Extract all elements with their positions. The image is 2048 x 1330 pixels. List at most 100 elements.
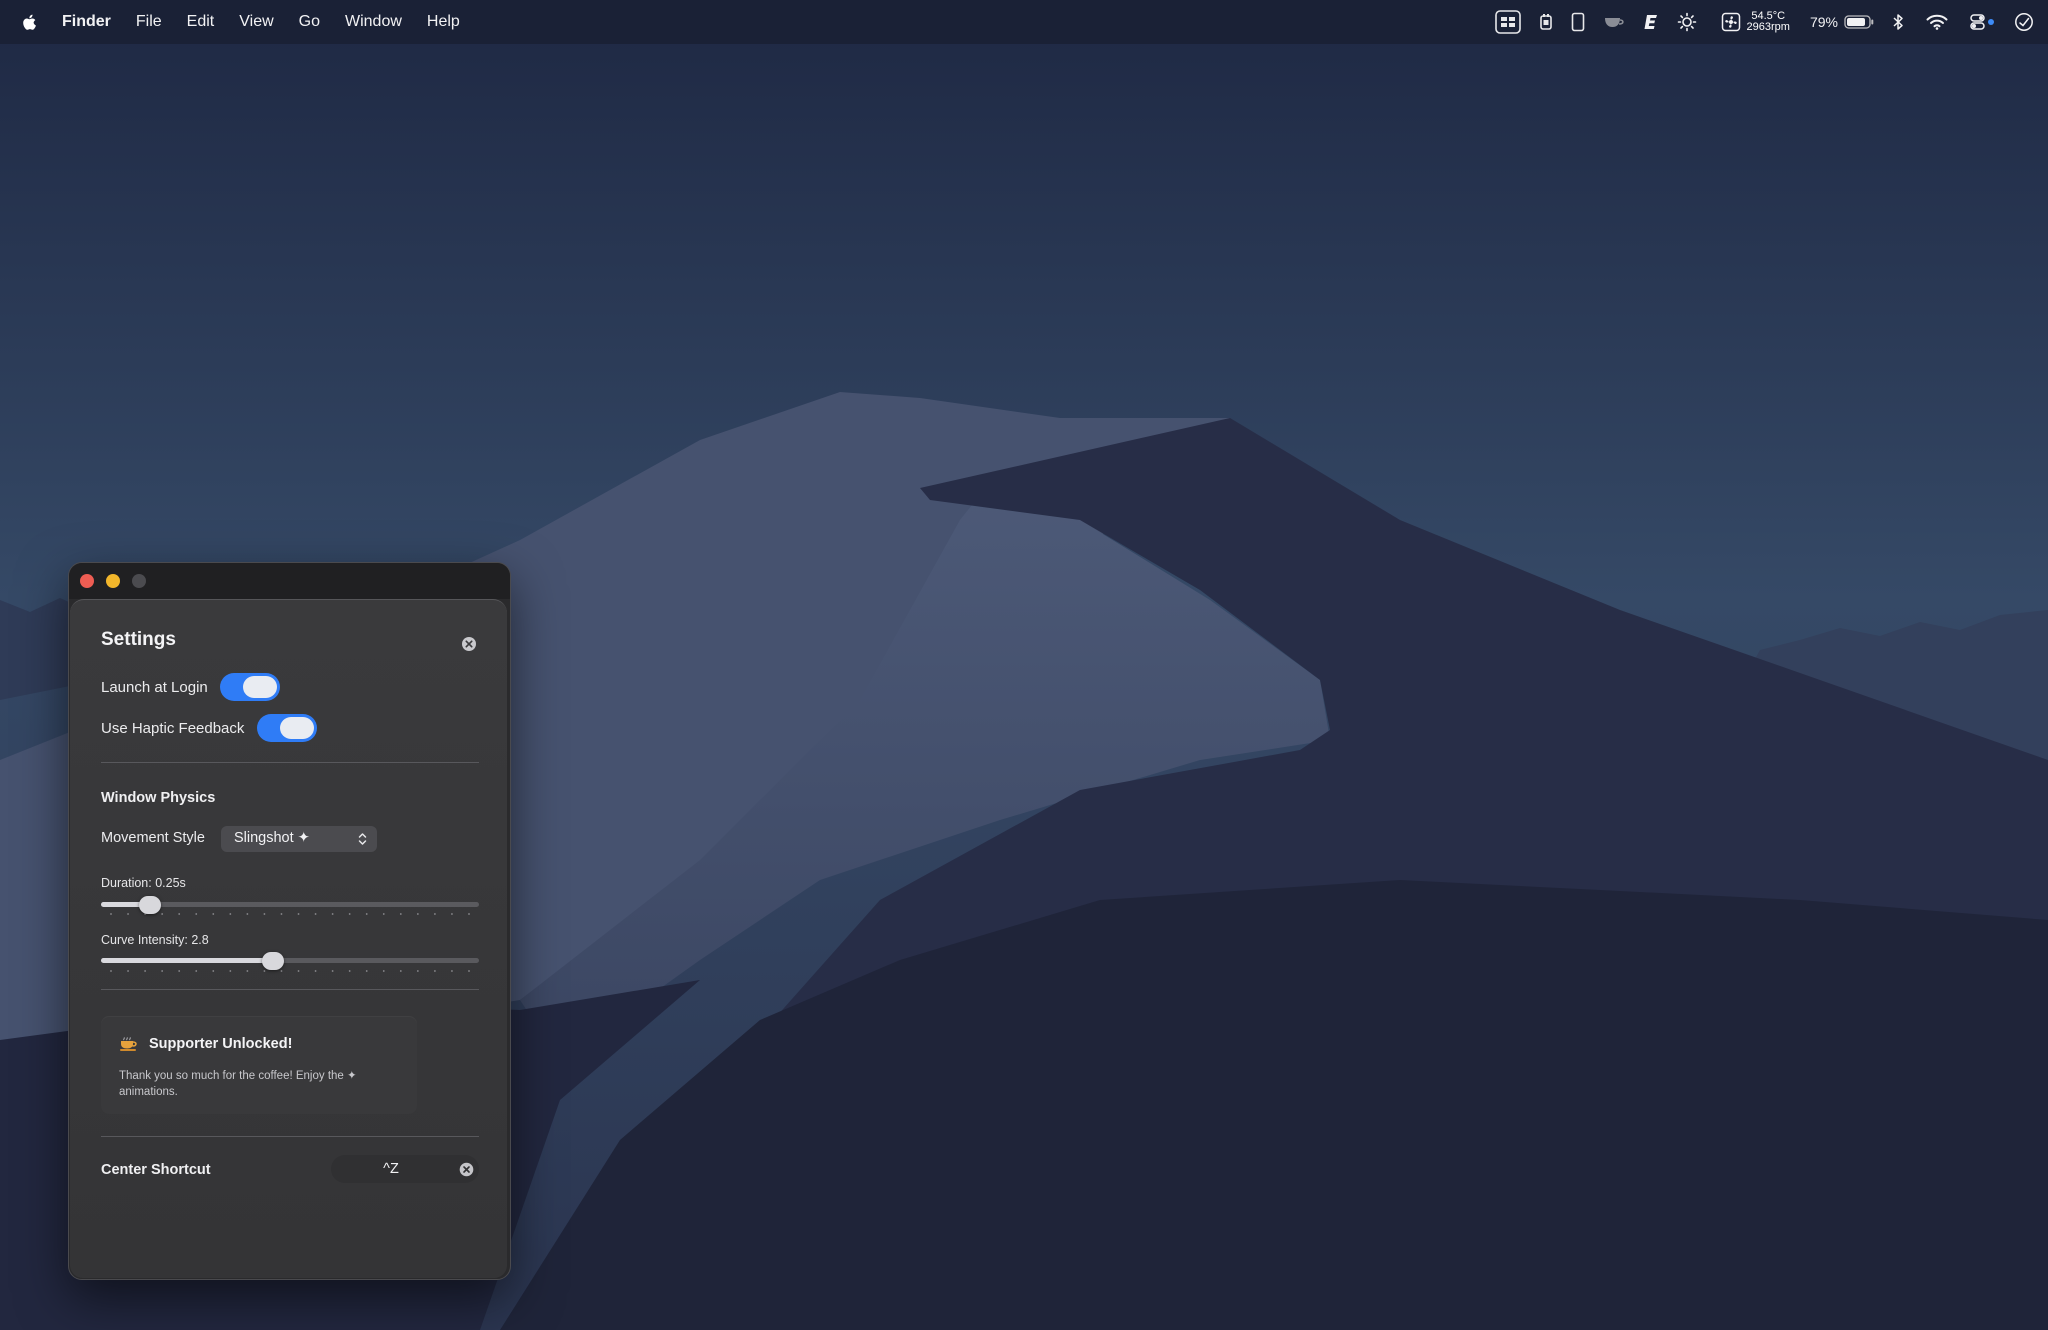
- slider-tick: [365, 970, 368, 972]
- movement-style-label: Movement Style: [101, 830, 205, 846]
- cpu-chip-icon[interactable]: [1539, 13, 1553, 31]
- slider-tick: [434, 970, 436, 972]
- divider: [101, 1136, 479, 1137]
- toggle-knob: [243, 676, 277, 698]
- menu-app-name[interactable]: Finder: [62, 13, 111, 31]
- wifi-icon[interactable]: [1926, 14, 1948, 30]
- slider-tick: [382, 913, 385, 915]
- battery-status[interactable]: 79%: [1810, 14, 1874, 30]
- fan-speed-value: 2963rpm: [1746, 21, 1790, 33]
- slider-tick: [110, 970, 112, 972]
- slider-tick: [434, 913, 436, 915]
- haptic-feedback-label: Use Haptic Feedback: [101, 720, 245, 737]
- slider-tick: [382, 970, 385, 972]
- slider-tick: [212, 970, 215, 972]
- duration-slider-knob[interactable]: [139, 896, 162, 914]
- menu-edit[interactable]: Edit: [187, 13, 215, 31]
- toggle-knob: [280, 717, 314, 739]
- window-layout-icon[interactable]: [1494, 10, 1521, 34]
- slider-tick: [468, 970, 470, 972]
- slider-tick: [263, 970, 266, 972]
- haptic-feedback-toggle[interactable]: [257, 714, 317, 742]
- curve-intensity-slider-ticks: [110, 970, 470, 972]
- fan-icon[interactable]: [1721, 12, 1741, 32]
- slider-tick: [348, 913, 351, 915]
- bluetooth-icon[interactable]: [1892, 13, 1904, 31]
- movement-style-select[interactable]: Slingshot ✦: [221, 826, 377, 852]
- slider-tick: [314, 913, 317, 915]
- supporter-card: Supporter Unlocked! Thank you so much fo…: [101, 1016, 417, 1114]
- slider-tick: [365, 913, 368, 915]
- curve-intensity-label: Curve Intensity: 2.8: [101, 933, 209, 947]
- duration-label: Duration: 0.25s: [101, 876, 186, 890]
- slider-tick: [297, 970, 300, 972]
- coffee-cup-icon: [120, 1037, 137, 1051]
- menu-help[interactable]: Help: [427, 13, 460, 31]
- panel-close-icon[interactable]: [461, 636, 477, 652]
- clear-shortcut-icon[interactable]: [459, 1162, 474, 1177]
- slider-tick: [280, 970, 283, 972]
- slider-tick: [212, 913, 215, 915]
- slider-tick: [399, 913, 402, 915]
- menu-bar: Finder File Edit View Go Window Help 54.…: [0, 0, 2048, 44]
- menu-view[interactable]: View: [239, 13, 273, 31]
- text-e-icon[interactable]: [1643, 13, 1659, 31]
- settings-title: Settings: [101, 629, 176, 650]
- curve-intensity-slider-knob[interactable]: [261, 952, 284, 970]
- window-physics-title: Window Physics: [101, 790, 216, 806]
- temperature-readout[interactable]: 54.5°C 2963rpm: [1747, 11, 1790, 33]
- slider-tick: [229, 970, 232, 972]
- control-center-icon[interactable]: [1970, 13, 1996, 31]
- slider-tick: [399, 970, 402, 972]
- launch-at-login-toggle[interactable]: [220, 673, 280, 701]
- divider: [101, 989, 479, 990]
- slider-tick: [127, 970, 129, 972]
- slider-tick: [348, 970, 351, 972]
- launch-at-login-label: Launch at Login: [101, 679, 208, 696]
- slider-tick: [280, 913, 283, 915]
- window-minimize-button[interactable]: [106, 574, 120, 588]
- slider-tick: [246, 913, 249, 915]
- slider-tick: [110, 913, 112, 915]
- curve-intensity-slider-fill: [101, 958, 273, 963]
- menu-file[interactable]: File: [136, 13, 162, 31]
- slider-tick: [144, 970, 146, 972]
- curve-intensity-slider[interactable]: [101, 958, 479, 963]
- slider-tick: [178, 970, 181, 972]
- battery-percent: 79%: [1809, 14, 1838, 30]
- slider-tick: [331, 970, 334, 972]
- slider-tick: [195, 970, 198, 972]
- brightness-icon[interactable]: [1677, 12, 1697, 32]
- slider-tick: [297, 913, 300, 915]
- window-titlebar[interactable]: [69, 563, 510, 599]
- apple-logo-icon[interactable]: [22, 12, 40, 32]
- slider-tick: [161, 913, 164, 915]
- menu-go[interactable]: Go: [299, 13, 320, 31]
- settings-panel: Settings Launch at Login Use Haptic Feed…: [70, 599, 507, 1278]
- slider-tick: [229, 913, 232, 915]
- battery-icon: [1844, 15, 1874, 29]
- menu-window[interactable]: Window: [345, 13, 402, 31]
- supporter-message: Thank you so much for the coffee! Enjoy …: [119, 1070, 357, 1098]
- supporter-title: Supporter Unlocked!: [149, 1036, 293, 1052]
- slider-tick: [178, 913, 181, 915]
- tablet-icon[interactable]: [1571, 12, 1585, 32]
- chevron-up-down-icon: [358, 833, 367, 845]
- center-shortcut-recorder[interactable]: ^Z: [331, 1155, 479, 1183]
- center-shortcut-label: Center Shortcut: [101, 1162, 211, 1178]
- slider-tick: [161, 970, 164, 972]
- slider-tick: [451, 970, 453, 972]
- window-zoom-button[interactable]: [132, 574, 146, 588]
- divider: [101, 762, 479, 763]
- slider-tick: [263, 913, 266, 915]
- slider-tick: [195, 913, 198, 915]
- slider-tick: [246, 970, 249, 972]
- coffee-cup-icon[interactable]: [1603, 15, 1625, 29]
- movement-style-value: Slingshot ✦: [234, 830, 310, 846]
- slider-tick: [331, 913, 334, 915]
- clock-check-icon[interactable]: [2014, 12, 2034, 32]
- settings-window: Settings Launch at Login Use Haptic Feed…: [68, 562, 511, 1280]
- slider-tick: [451, 913, 453, 915]
- slider-tick: [468, 913, 470, 915]
- window-close-button[interactable]: [80, 574, 94, 588]
